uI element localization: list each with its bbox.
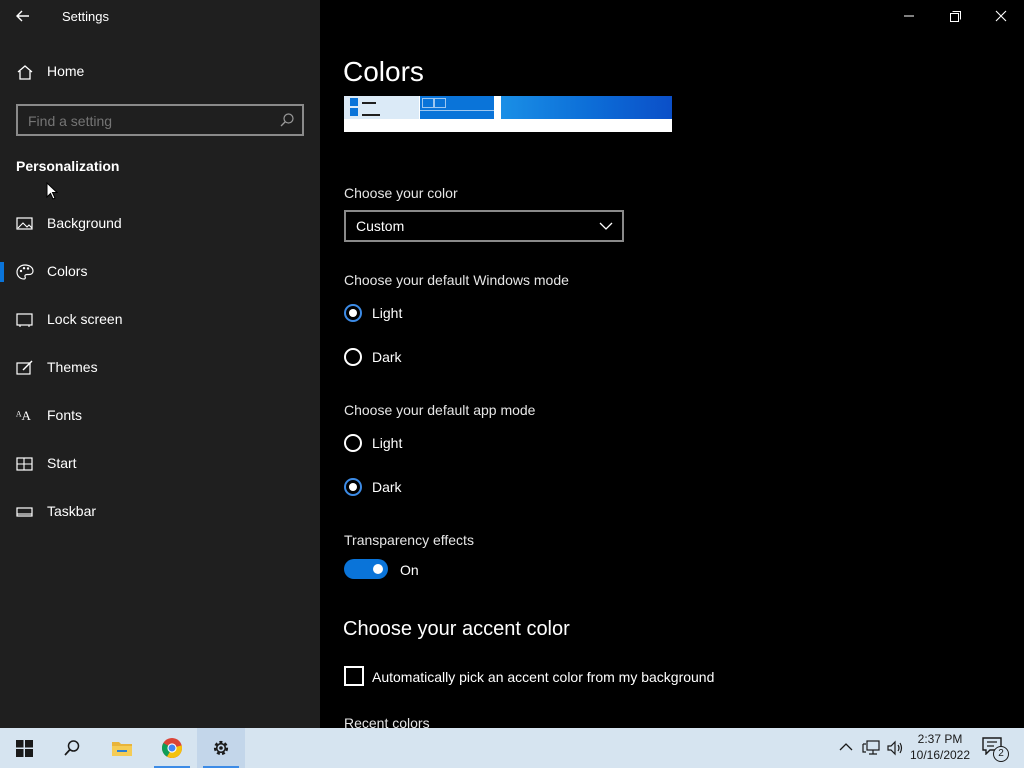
windows-logo-icon xyxy=(16,740,33,757)
lock-screen-icon xyxy=(16,312,34,328)
back-arrow-icon xyxy=(16,10,29,22)
sidebar-item-themes[interactable]: Themes xyxy=(0,348,320,388)
search-icon xyxy=(279,112,295,133)
search-input[interactable] xyxy=(26,111,270,131)
volume-icon[interactable] xyxy=(886,740,904,756)
radio-button-selected[interactable] xyxy=(344,478,362,496)
restore-button[interactable] xyxy=(932,0,978,32)
start-button[interactable] xyxy=(0,728,48,768)
section-title: Personalization xyxy=(16,158,120,174)
start-icon xyxy=(16,456,34,472)
windows-mode-label: Choose your default Windows mode xyxy=(344,272,569,288)
search-icon xyxy=(64,740,80,756)
color-mode-dropdown[interactable]: Custom xyxy=(344,210,624,242)
close-icon xyxy=(995,10,1007,22)
toggle-state-label: On xyxy=(400,562,419,578)
sidebar-item-start[interactable]: Start xyxy=(0,444,320,484)
clock-date: 10/16/2022 xyxy=(909,748,971,762)
home-icon xyxy=(16,64,34,80)
sidebar-item-fonts[interactable]: ᴬA Fonts xyxy=(0,396,320,436)
sidebar: Settings Home Personalization Background… xyxy=(0,0,320,728)
clock-time: 2:37 PM xyxy=(917,732,963,746)
sidebar-item-label: Background xyxy=(47,215,122,231)
dropdown-value: Custom xyxy=(356,218,405,234)
toggle-knob xyxy=(373,564,383,574)
accent-heading: Choose your accent color xyxy=(343,618,570,640)
sidebar-item-home[interactable]: Home xyxy=(0,52,320,92)
image-icon xyxy=(16,216,34,232)
file-explorer-button[interactable] xyxy=(98,728,146,768)
sidebar-item-background[interactable]: Background xyxy=(0,204,320,244)
sidebar-item-label: Lock screen xyxy=(47,311,123,327)
sidebar-item-taskbar[interactable]: Taskbar xyxy=(0,492,320,532)
option-label: Light xyxy=(372,435,403,451)
sidebar-item-label: Fonts xyxy=(47,407,83,423)
chrome-button[interactable] xyxy=(148,728,196,768)
minimize-icon xyxy=(904,15,914,17)
recent-colors-label: Recent colors xyxy=(344,715,430,728)
color-preview xyxy=(344,96,672,132)
clock[interactable]: 2:37 PM 10/16/2022 xyxy=(905,732,975,762)
file-explorer-icon xyxy=(112,742,132,756)
app-mode-dark-option[interactable]: Dark xyxy=(344,476,544,498)
fonts-icon: ᴬA xyxy=(16,408,31,423)
option-label: Light xyxy=(372,305,403,321)
radio-button-selected[interactable] xyxy=(344,304,362,322)
taskbar-icon xyxy=(16,504,34,520)
windows-mode-light-option[interactable]: Light xyxy=(344,302,544,324)
main-content: Colors Choose your color Custom Choose y… xyxy=(320,0,1024,728)
search-box[interactable] xyxy=(16,104,304,136)
transparency-toggle[interactable] xyxy=(344,559,388,579)
sidebar-item-label: Taskbar xyxy=(47,503,97,519)
back-button[interactable] xyxy=(6,0,40,32)
checkbox[interactable] xyxy=(344,666,364,686)
sidebar-item-colors[interactable]: Colors xyxy=(0,252,320,292)
settings-gear-icon xyxy=(213,740,229,756)
option-label: Dark xyxy=(372,349,402,365)
palette-icon xyxy=(16,264,34,280)
network-icon[interactable] xyxy=(862,740,880,756)
taskbar: 2:37 PM 10/16/2022 2 xyxy=(0,728,1024,768)
close-button[interactable] xyxy=(978,0,1024,32)
themes-icon xyxy=(16,360,34,376)
windows-mode-dark-option[interactable]: Dark xyxy=(344,346,544,368)
sidebar-item-label: Start xyxy=(47,455,77,471)
restore-icon xyxy=(950,11,961,22)
option-label: Dark xyxy=(372,479,402,495)
chrome-icon xyxy=(162,738,183,759)
selection-indicator xyxy=(0,262,4,282)
auto-accent-checkbox-row[interactable]: Automatically pick an accent color from … xyxy=(344,666,764,688)
mouse-cursor-icon xyxy=(46,182,58,200)
window-title: Settings xyxy=(62,9,109,24)
search-taskbar-button[interactable] xyxy=(48,728,96,768)
app-mode-light-option[interactable]: Light xyxy=(344,432,544,454)
sidebar-item-label: Home xyxy=(47,63,85,79)
radio-button[interactable] xyxy=(344,348,362,366)
app-mode-label: Choose your default app mode xyxy=(344,402,536,418)
minimize-button[interactable] xyxy=(886,0,932,32)
sidebar-item-label: Themes xyxy=(47,359,98,375)
radio-button[interactable] xyxy=(344,434,362,452)
choose-color-label: Choose your color xyxy=(344,185,458,201)
transparency-label: Transparency effects xyxy=(344,532,474,548)
action-center-button[interactable]: 2 xyxy=(982,737,1009,762)
checkbox-label: Automatically pick an accent color from … xyxy=(372,669,715,685)
sidebar-item-label: Colors xyxy=(47,263,88,279)
page-title: Colors xyxy=(343,56,424,87)
chevron-down-icon xyxy=(599,222,613,230)
sidebar-item-lock-screen[interactable]: Lock screen xyxy=(0,300,320,340)
settings-taskbar-button[interactable] xyxy=(197,728,245,768)
notification-badge: 2 xyxy=(993,746,1009,762)
chevron-up-icon[interactable] xyxy=(839,742,853,752)
